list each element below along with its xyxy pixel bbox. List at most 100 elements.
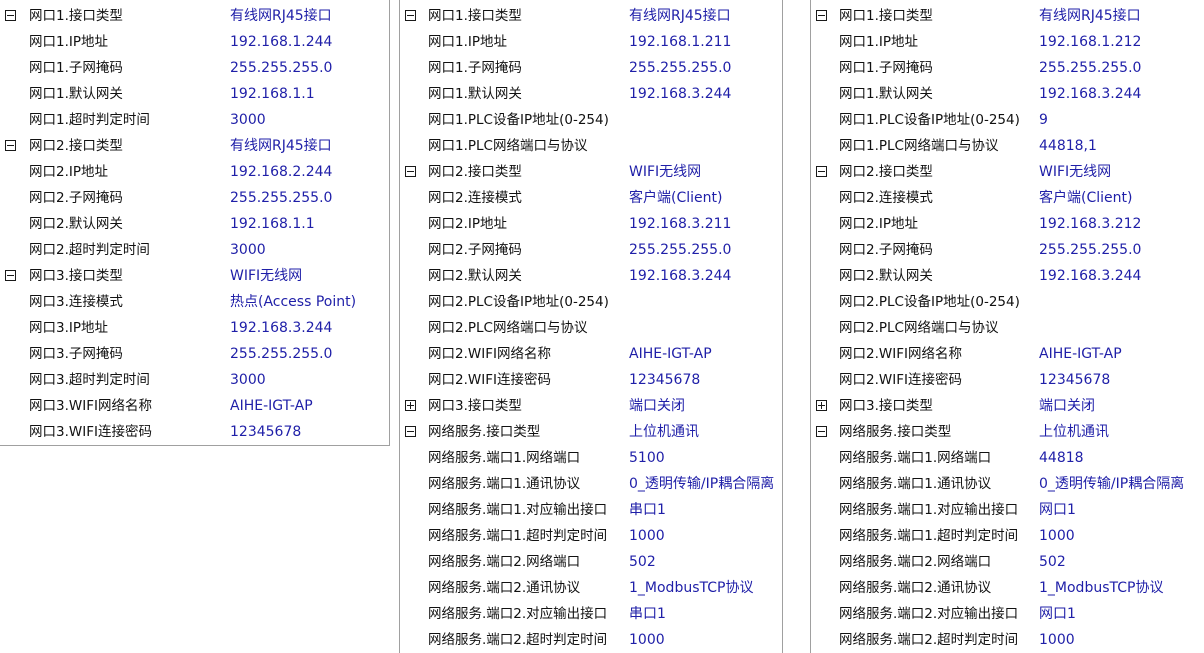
property-row[interactable]: 网口3.WIFI连接密码 12345678 — [0, 420, 389, 445]
property-value[interactable]: 192.168.2.244 — [230, 160, 332, 184]
collapse-icon[interactable] — [816, 166, 827, 177]
property-value[interactable]: 192.168.3.244 — [629, 264, 731, 288]
property-row[interactable]: 网口2.连接模式 客户端(Client) — [811, 186, 1204, 212]
property-row[interactable]: 网络服务.端口2.对应输出接口 串口1 — [400, 602, 782, 628]
property-value[interactable]: 1000 — [1039, 628, 1075, 652]
property-category-row[interactable]: 网口3.接口类型 端口关闭 — [811, 394, 1204, 420]
property-value[interactable]: 有线网RJ45接口 — [1039, 4, 1141, 28]
property-row[interactable]: 网口2.IP地址 192.168.2.244 — [0, 160, 389, 186]
property-value[interactable]: 有线网RJ45接口 — [230, 4, 332, 28]
property-row[interactable]: 网络服务.端口1.通讯协议 0_透明传输/IP耦合隔离 — [400, 472, 782, 498]
property-row[interactable]: 网络服务.端口2.超时判定时间 1000 — [400, 628, 782, 653]
property-row[interactable]: 网口2.默认网关 192.168.3.244 — [811, 264, 1204, 290]
property-category-row[interactable]: 网口2.接口类型 有线网RJ45接口 — [0, 134, 389, 160]
property-value[interactable]: 5100 — [629, 446, 665, 470]
property-value[interactable]: 1_ModbusTCP协议 — [629, 576, 753, 600]
property-row[interactable]: 网口1.子网掩码 255.255.255.0 — [0, 56, 389, 82]
expand-icon[interactable] — [816, 400, 827, 411]
property-value[interactable]: 255.255.255.0 — [629, 238, 731, 262]
collapse-icon[interactable] — [816, 426, 827, 437]
property-value[interactable]: 44818 — [1039, 446, 1084, 470]
property-value[interactable]: 有线网RJ45接口 — [629, 4, 731, 28]
property-value[interactable]: 255.255.255.0 — [230, 56, 332, 80]
property-value[interactable]: 192.168.3.212 — [1039, 212, 1141, 236]
property-value[interactable]: 255.255.255.0 — [1039, 56, 1141, 80]
property-row[interactable]: 网口1.IP地址 192.168.1.212 — [811, 30, 1204, 56]
property-value[interactable]: 12345678 — [230, 420, 301, 444]
property-value[interactable]: 255.255.255.0 — [230, 342, 332, 366]
property-value[interactable]: 串口1 — [629, 498, 666, 522]
property-row[interactable]: 网络服务.端口2.通讯协议 1_ModbusTCP协议 — [811, 576, 1204, 602]
property-row[interactable]: 网口3.子网掩码 255.255.255.0 — [0, 342, 389, 368]
property-row[interactable]: 网口2.默认网关 192.168.3.244 — [400, 264, 782, 290]
property-row[interactable]: 网络服务.端口1.超时判定时间 1000 — [811, 524, 1204, 550]
property-value[interactable]: 网口1 — [1039, 602, 1076, 626]
property-category-row[interactable]: 网口2.接口类型 WIFI无线网 — [811, 160, 1204, 186]
property-value[interactable]: 255.255.255.0 — [629, 56, 731, 80]
property-value[interactable]: 192.168.1.211 — [629, 30, 731, 54]
property-row[interactable]: 网口2.子网掩码 255.255.255.0 — [400, 238, 782, 264]
property-value[interactable]: 192.168.3.244 — [1039, 264, 1141, 288]
property-row[interactable]: 网口2.IP地址 192.168.3.211 — [400, 212, 782, 238]
property-row[interactable]: 网口1.子网掩码 255.255.255.0 — [811, 56, 1204, 82]
property-row[interactable]: 网络服务.端口1.对应输出接口 网口1 — [811, 498, 1204, 524]
property-value[interactable]: 12345678 — [1039, 368, 1110, 392]
property-value[interactable]: 255.255.255.0 — [230, 186, 332, 210]
property-row[interactable]: 网口3.连接模式 热点(Access Point) — [0, 290, 389, 316]
property-row[interactable]: 网口1.子网掩码 255.255.255.0 — [400, 56, 782, 82]
property-value[interactable]: AIHE-IGT-AP — [629, 342, 712, 366]
expand-icon[interactable] — [405, 400, 416, 411]
property-row[interactable]: 网口3.IP地址 192.168.3.244 — [0, 316, 389, 342]
property-row[interactable]: 网口1.IP地址 192.168.1.244 — [0, 30, 389, 56]
property-value[interactable]: 0_透明传输/IP耦合隔离 — [1039, 472, 1184, 496]
property-value[interactable]: 1000 — [1039, 524, 1075, 548]
property-row[interactable]: 网口2.WIFI网络名称 AIHE-IGT-AP — [811, 342, 1204, 368]
property-value[interactable]: 串口1 — [629, 602, 666, 626]
collapse-icon[interactable] — [816, 10, 827, 21]
property-value[interactable]: 1000 — [629, 628, 665, 652]
property-value[interactable]: 3000 — [230, 108, 266, 132]
property-value[interactable]: 0_透明传输/IP耦合隔离 — [629, 472, 774, 496]
property-row[interactable]: 网口2.默认网关 192.168.1.1 — [0, 212, 389, 238]
property-value[interactable]: 有线网RJ45接口 — [230, 134, 332, 158]
property-value[interactable]: 192.168.1.1 — [230, 82, 315, 106]
property-category-row[interactable]: 网口1.接口类型 有线网RJ45接口 — [400, 4, 782, 30]
property-row[interactable]: 网口2.WIFI连接密码 12345678 — [811, 368, 1204, 394]
property-category-row[interactable]: 网口1.接口类型 有线网RJ45接口 — [811, 4, 1204, 30]
collapse-icon[interactable] — [5, 10, 16, 21]
property-value[interactable]: 502 — [1039, 550, 1066, 574]
property-category-row[interactable]: 网口3.接口类型 端口关闭 — [400, 394, 782, 420]
property-row[interactable]: 网络服务.端口1.网络端口 5100 — [400, 446, 782, 472]
property-row[interactable]: 网口2.IP地址 192.168.3.212 — [811, 212, 1204, 238]
property-value[interactable]: 192.168.1.212 — [1039, 30, 1141, 54]
collapse-icon[interactable] — [405, 426, 416, 437]
property-value[interactable]: AIHE-IGT-AP — [1039, 342, 1122, 366]
property-row[interactable]: 网络服务.端口2.超时判定时间 1000 — [811, 628, 1204, 653]
collapse-icon[interactable] — [405, 10, 416, 21]
property-row[interactable]: 网口2.子网掩码 255.255.255.0 — [0, 186, 389, 212]
property-row[interactable]: 网络服务.端口2.对应输出接口 网口1 — [811, 602, 1204, 628]
property-row[interactable]: 网口2.子网掩码 255.255.255.0 — [811, 238, 1204, 264]
property-row[interactable]: 网口1.默认网关 192.168.3.244 — [811, 82, 1204, 108]
property-value[interactable]: 12345678 — [629, 368, 700, 392]
property-category-row[interactable]: 网络服务.接口类型 上位机通讯 — [811, 420, 1204, 446]
property-value[interactable]: 192.168.1.244 — [230, 30, 332, 54]
property-row[interactable]: 网口2.WIFI网络名称 AIHE-IGT-AP — [400, 342, 782, 368]
property-row[interactable]: 网口3.WIFI网络名称 AIHE-IGT-AP — [0, 394, 389, 420]
property-row[interactable]: 网络服务.端口2.通讯协议 1_ModbusTCP协议 — [400, 576, 782, 602]
property-value[interactable]: 9 — [1039, 108, 1048, 132]
property-value[interactable]: 客户端(Client) — [1039, 186, 1132, 210]
property-value[interactable]: 上位机通讯 — [1039, 420, 1109, 444]
collapse-icon[interactable] — [5, 270, 16, 281]
property-value[interactable]: 1000 — [629, 524, 665, 548]
property-category-row[interactable]: 网口1.接口类型 有线网RJ45接口 — [0, 4, 389, 30]
property-row[interactable]: 网口2.PLC网络端口与协议 — [400, 316, 782, 342]
property-value[interactable]: 192.168.3.211 — [629, 212, 731, 236]
property-value[interactable]: 网口1 — [1039, 498, 1076, 522]
property-row[interactable]: 网络服务.端口2.网络端口 502 — [811, 550, 1204, 576]
property-row[interactable]: 网络服务.端口2.网络端口 502 — [400, 550, 782, 576]
property-row[interactable]: 网口3.超时判定时间 3000 — [0, 368, 389, 394]
property-value[interactable]: AIHE-IGT-AP — [230, 394, 313, 418]
property-value[interactable]: 44818,1 — [1039, 134, 1097, 158]
property-value[interactable]: 192.168.3.244 — [629, 82, 731, 106]
